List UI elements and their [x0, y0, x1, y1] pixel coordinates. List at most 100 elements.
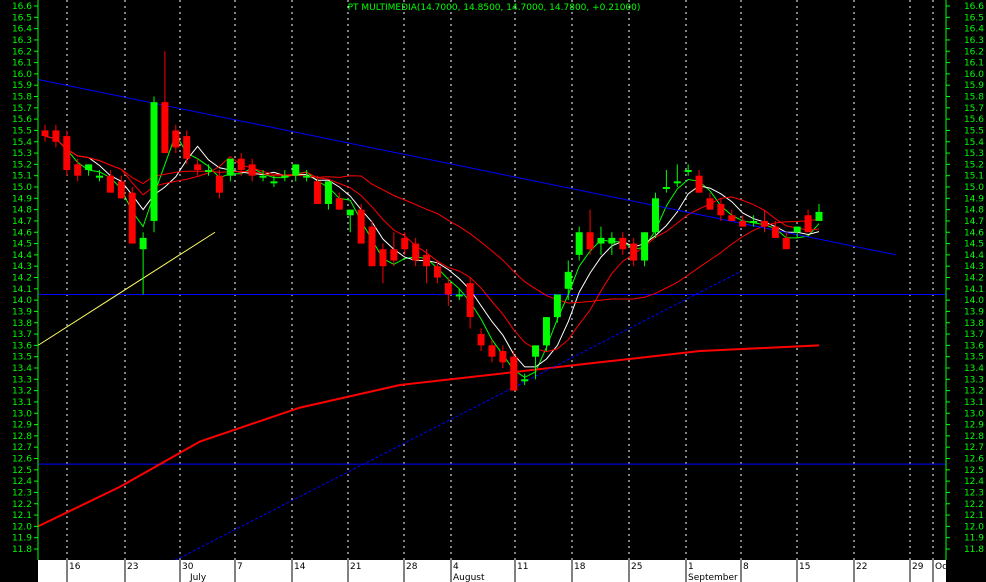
candle-up: [324, 181, 332, 204]
y-tick-label: 12.2: [12, 500, 32, 510]
candle-down: [194, 164, 202, 171]
candle-down: [390, 249, 398, 261]
y-tick-label: 14.3: [964, 262, 984, 272]
y-tick-label: 12.5: [12, 466, 32, 476]
candle-down: [760, 220, 768, 227]
y-tick-label: 16.0: [964, 70, 984, 80]
candle-up: [651, 198, 659, 233]
candle-down: [466, 283, 474, 318]
x-day-label: 1: [688, 562, 694, 572]
y-tick-label: 12.1: [964, 511, 984, 521]
candle-down: [477, 334, 485, 346]
y-tick-label: 15.6: [964, 115, 984, 125]
y-tick-label: 16.4: [12, 25, 32, 35]
y-tick-label: 16.6: [12, 2, 32, 12]
candle-up: [532, 345, 540, 357]
y-tick-label: 12.0: [12, 522, 32, 532]
candle-down: [717, 203, 725, 216]
y-tick-label: 12.2: [964, 500, 984, 510]
candle-up: [564, 271, 572, 289]
candle-down: [444, 283, 452, 295]
y-tick-label: 14.1: [12, 285, 32, 295]
candle-down: [586, 232, 594, 250]
y-tick-label: 16.0: [12, 70, 32, 80]
y-tick-label: 13.9: [964, 307, 984, 317]
candle-up: [455, 294, 463, 297]
candle-down: [771, 226, 779, 238]
y-tick-label: 11.8: [964, 545, 984, 555]
y-tick-label: 13.8: [12, 319, 32, 329]
y-tick-label: 13.8: [964, 319, 984, 329]
candle-down: [106, 175, 114, 193]
y-tick-label: 14.7: [12, 217, 32, 227]
x-day-label: 23: [127, 562, 138, 572]
y-tick-label: 15.1: [12, 172, 32, 182]
y-tick-label: 15.7: [964, 104, 984, 114]
y-tick-label: 12.1: [12, 511, 32, 521]
candle-down: [401, 237, 409, 250]
y-tick-label: 14.9: [12, 194, 32, 204]
x-day-label: 28: [406, 562, 418, 572]
candle-up: [684, 170, 692, 173]
candle-down: [412, 243, 420, 261]
y-tick-label: 12.5: [964, 466, 984, 476]
y-tick-label: 16.5: [964, 13, 984, 23]
y-tick-label: 12.6: [12, 455, 32, 465]
candle-up: [96, 175, 104, 178]
y-tick-label: 13.2: [964, 387, 984, 397]
y-tick-label: 15.3: [964, 149, 984, 159]
candle-up: [793, 226, 801, 233]
y-tick-label: 12.8: [964, 432, 984, 442]
y-tick-label: 13.2: [12, 387, 32, 397]
candle-down: [433, 266, 441, 278]
y-tick-label: 15.2: [12, 160, 32, 170]
candle-up: [281, 175, 289, 178]
y-tick-label: 16.3: [12, 36, 32, 46]
y-tick-label: 15.5: [964, 126, 984, 136]
x-day-label: 18: [574, 562, 586, 572]
candle-up: [205, 170, 213, 173]
candle-up: [542, 317, 550, 346]
y-tick-label: 15.6: [12, 115, 32, 125]
candle-down: [728, 215, 736, 221]
x-day-label: 11: [517, 562, 528, 572]
candle-up: [553, 294, 561, 318]
y-tick-label: 13.9: [12, 307, 32, 317]
y-tick-label: 12.0: [964, 522, 984, 532]
x-day-label: 15: [799, 562, 810, 572]
x-day-label: 29: [912, 562, 924, 572]
y-tick-label: 13.7: [964, 330, 984, 340]
chart-background: [0, 0, 986, 582]
chart-title: PT MULTIMEDIA(14.7000, 14.8500, 14.7000,…: [348, 3, 641, 13]
y-tick-label: 11.9: [12, 534, 32, 544]
y-tick-label: 14.8: [964, 206, 984, 216]
x-day-label: Oct: [935, 562, 951, 572]
candle-up: [673, 181, 681, 184]
y-tick-label: 15.7: [12, 104, 32, 114]
candle-down: [739, 220, 747, 227]
x-day-label: 16: [69, 562, 81, 572]
y-tick-label: 12.7: [12, 443, 32, 453]
y-tick-label: 16.4: [964, 25, 984, 35]
y-tick-label: 16.1: [12, 59, 32, 69]
x-day-label: 25: [631, 562, 642, 572]
x-day-label: 8: [743, 562, 749, 572]
y-tick-label: 13.5: [964, 353, 984, 363]
x-day-label: 22: [856, 562, 867, 572]
y-tick-label: 15.9: [964, 81, 984, 91]
candle-down: [706, 198, 714, 210]
y-tick-label: 16.1: [964, 59, 984, 69]
y-tick-label: 14.1: [964, 285, 984, 295]
y-tick-label: 15.4: [964, 138, 984, 148]
y-tick-label: 16.6: [964, 2, 984, 12]
y-tick-label: 12.8: [12, 432, 32, 442]
y-tick-label: 13.6: [12, 341, 32, 351]
y-tick-label: 15.0: [964, 183, 984, 193]
candle-up: [521, 379, 529, 382]
candlestick-chart: 16.616.516.416.316.216.116.015.915.815.7…: [0, 0, 986, 582]
candle-down: [215, 175, 223, 193]
x-day-label: 30: [182, 562, 194, 572]
y-tick-label: 15.2: [964, 160, 984, 170]
candle-up: [750, 220, 758, 223]
y-tick-label: 13.1: [12, 398, 32, 408]
